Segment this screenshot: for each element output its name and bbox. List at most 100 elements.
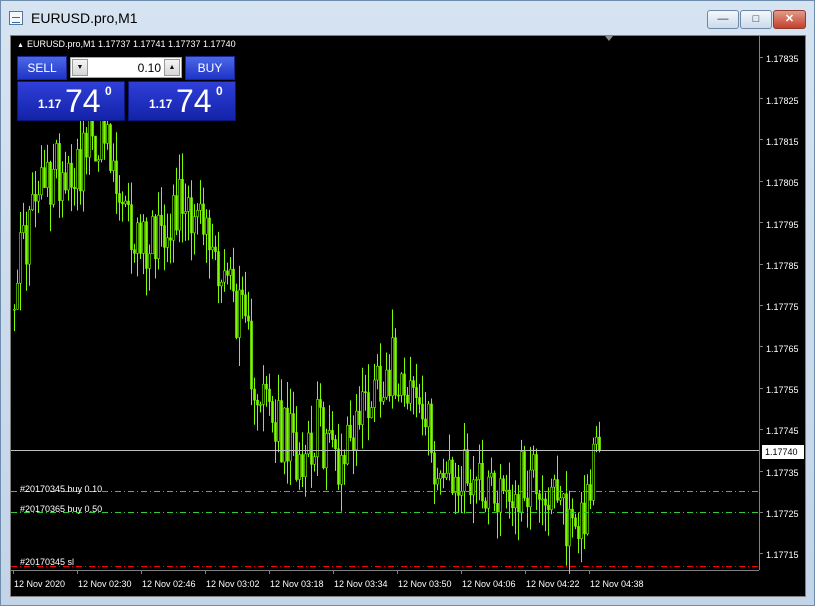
one-click-trading-panel: SELL ▼ ▲ BUY 1.17 74 0 1.17 74 0	[17, 56, 237, 121]
sell-price-button[interactable]: 1.17 74 0	[17, 81, 125, 121]
candle-body	[541, 498, 544, 501]
price-tick: 1.17765	[766, 344, 799, 354]
buy-price-button[interactable]: 1.17 74 0	[128, 81, 236, 121]
candle-body	[163, 225, 166, 248]
order-label-buy-2[interactable]: #20170365 buy 0.50	[20, 504, 102, 514]
candle-body	[514, 494, 517, 509]
candle-body	[208, 217, 211, 251]
candle-body	[427, 403, 430, 428]
sell-price-pips: 74	[65, 83, 101, 119]
candle-body	[244, 294, 247, 317]
candle-body	[421, 403, 424, 420]
candle-body	[40, 167, 43, 196]
candle-body	[289, 413, 292, 462]
sell-button[interactable]: SELL	[17, 56, 67, 80]
maximize-button[interactable]: □	[740, 10, 772, 29]
candle-body	[28, 209, 31, 265]
buy-price-prefix: 1.17	[149, 97, 173, 111]
current-price-tag: 1.17740	[762, 445, 804, 459]
candle-body	[61, 172, 64, 201]
candle-body	[517, 494, 520, 513]
price-tick: 1.17735	[766, 468, 799, 478]
buy-button[interactable]: BUY	[185, 56, 235, 80]
candle-body	[142, 221, 145, 254]
candle-body	[490, 472, 493, 478]
candle-body	[181, 179, 184, 214]
candle-body	[481, 462, 484, 502]
price-tick: 1.17835	[766, 54, 799, 64]
candle-body	[166, 237, 169, 248]
candle-body	[292, 413, 295, 433]
title-bar[interactable]: EURUSD.pro,M1 — □ ✕	[1, 1, 814, 35]
candle-body	[151, 216, 154, 255]
candle-body	[382, 397, 385, 402]
candle-body	[295, 432, 298, 480]
candle-body	[535, 454, 538, 495]
lot-size-input[interactable]	[91, 59, 161, 76]
candle-body	[571, 508, 574, 519]
candle-body	[412, 380, 415, 388]
candle-body	[376, 365, 379, 381]
candle-body	[436, 478, 439, 485]
candle-body	[304, 453, 307, 477]
candle-body	[259, 404, 262, 406]
lot-increase-button[interactable]: ▲	[164, 59, 180, 76]
candle-body	[409, 380, 412, 404]
candle-body	[352, 437, 355, 451]
candle-body	[328, 430, 331, 434]
candle-body	[301, 454, 304, 477]
candle-body	[469, 482, 472, 496]
candle-body	[286, 407, 289, 462]
candle-body	[355, 410, 358, 451]
candle-body	[394, 337, 397, 396]
chart-shift-marker[interactable]	[605, 36, 613, 41]
candle-body	[298, 454, 301, 480]
candle-body	[226, 270, 229, 276]
candle-body	[472, 479, 475, 496]
price-tick: 1.17815	[766, 137, 799, 147]
candle-body	[487, 476, 490, 509]
candle-body	[553, 479, 556, 488]
candle-body	[379, 365, 382, 402]
candle-body	[268, 388, 271, 402]
candle-body	[505, 489, 508, 492]
close-button[interactable]: ✕	[773, 10, 806, 29]
candle-body	[82, 132, 85, 192]
candle-body	[79, 149, 82, 192]
candle-body	[67, 162, 70, 191]
lot-decrease-button[interactable]: ▼	[72, 59, 88, 76]
candle-body	[457, 476, 460, 496]
candle-body	[64, 172, 67, 191]
candle-body	[580, 502, 583, 539]
candle-body	[424, 418, 427, 428]
candle-body	[148, 253, 151, 269]
candle-body	[346, 424, 349, 465]
candle-body	[130, 204, 133, 251]
candle-body	[319, 399, 322, 408]
candle-body	[133, 249, 136, 254]
candle-body	[568, 508, 571, 547]
candle-body	[262, 383, 265, 405]
candle-body	[112, 160, 115, 171]
order-label-buy-1[interactable]: #20170345 buy 0.10	[20, 484, 102, 494]
time-tick: 12 Nov 04:06	[462, 579, 516, 589]
price-chart[interactable]: ▲ EURUSD.pro,M1 1.17737 1.17741 1.17737 1…	[10, 35, 806, 597]
candle-body	[217, 251, 220, 287]
candle-body	[583, 502, 586, 535]
candle-body	[232, 268, 235, 292]
collapse-arrow-icon[interactable]: ▲	[17, 42, 24, 49]
candle-body	[364, 391, 367, 394]
candle-body	[415, 387, 418, 398]
candle-body	[511, 501, 514, 509]
candle-body	[547, 504, 550, 511]
candle-body	[25, 225, 28, 265]
minimize-button[interactable]: —	[707, 10, 739, 29]
candle-body	[493, 472, 496, 504]
candle-body	[235, 290, 238, 338]
candle-body	[124, 200, 127, 205]
time-tick: 12 Nov 02:30	[78, 579, 132, 589]
order-label-stop-loss[interactable]: #20170345 sl	[20, 557, 74, 567]
candle-body	[145, 221, 148, 269]
candle-body	[157, 214, 160, 260]
symbol-info-line: ▲ EURUSD.pro,M1 1.17737 1.17741 1.17737 1…	[17, 39, 236, 49]
